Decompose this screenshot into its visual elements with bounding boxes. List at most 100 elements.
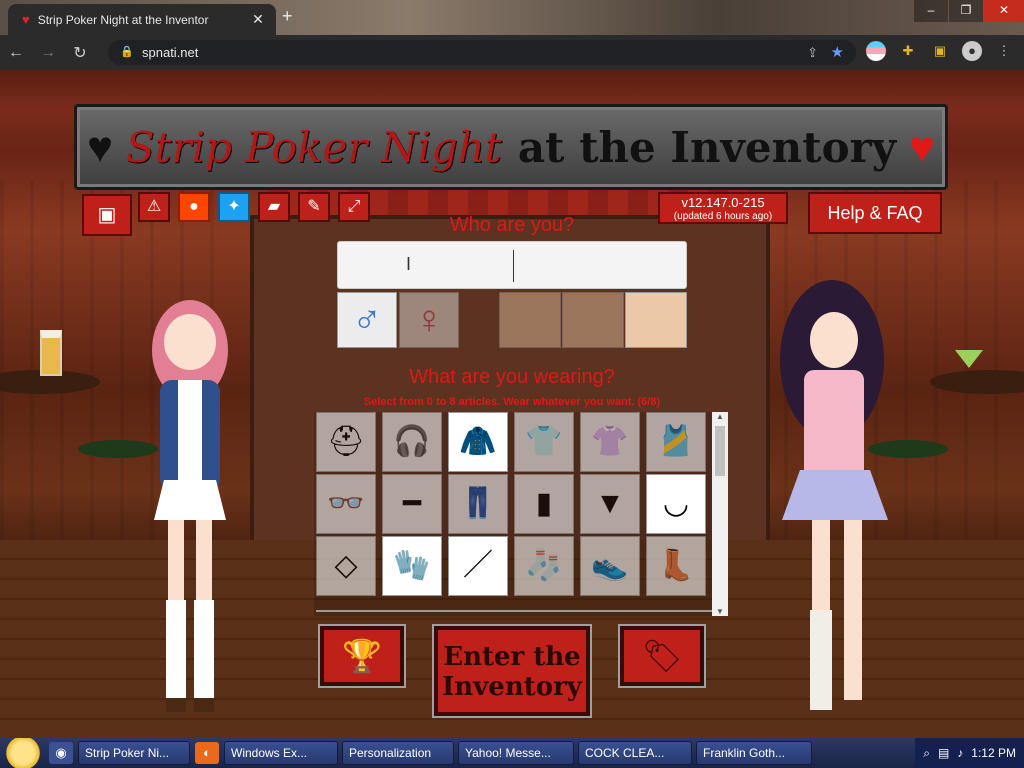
browser-tab[interactable]: ♥ Strip Poker Night at the Inventor ✕	[8, 4, 276, 35]
scroll-up-icon[interactable]: ▲	[714, 412, 726, 421]
reddit-button[interactable]: ●	[178, 192, 210, 222]
close-window-button[interactable]: ✕	[984, 0, 1024, 22]
game-canvas: ♥ Strip Poker Night at the Inventory ♥ ▣…	[0, 70, 1024, 738]
content-warning-button[interactable]: ⚠	[138, 192, 170, 222]
extensions-puzzle-icon[interactable]: ✚	[898, 41, 918, 61]
clothing-tie-button[interactable]: ／	[448, 536, 508, 596]
size-medium-button[interactable]	[562, 292, 624, 348]
taskbar-item[interactable]: COCK CLEA...	[578, 741, 692, 765]
maximize-button[interactable]: ❐	[949, 0, 983, 22]
tags-button[interactable]: 🏷	[620, 626, 704, 686]
clothing-shirt-button[interactable]: 👕	[514, 412, 574, 472]
enter-inventory-button[interactable]: Enter the Inventory	[434, 626, 590, 716]
profile-avatar-icon[interactable]: ●	[962, 41, 982, 61]
clothing-headphones-button[interactable]: 🎧	[382, 412, 442, 472]
clothing-socks-button[interactable]: 🧦	[514, 536, 574, 596]
title-banner: ♥ Strip Poker Night at the Inventory ♥	[74, 104, 948, 190]
volume-icon[interactable]: ♪	[957, 746, 963, 760]
new-tab-icon[interactable]: +	[282, 6, 293, 27]
flag-extension-icon[interactable]	[866, 41, 886, 61]
start-button[interactable]	[0, 738, 46, 768]
gallery-button[interactable]: ▣	[82, 194, 132, 236]
red-heart-icon: ♥	[908, 123, 935, 172]
share-icon[interactable]: ⇪	[807, 40, 818, 65]
skirt-icon: ▼	[595, 487, 625, 520]
female-symbol-icon: ♀	[414, 298, 444, 342]
settings-button[interactable]: ✎	[298, 192, 330, 222]
clothing-tank-top-button[interactable]: 🎽	[646, 412, 706, 472]
pink-hair-character	[152, 300, 228, 712]
clothing-grid-divider	[316, 610, 712, 612]
belt-icon: ━	[402, 487, 422, 520]
taskbar-item[interactable]: Windows Ex...	[224, 741, 338, 765]
clothing-shorts-button[interactable]: ▮	[514, 474, 574, 534]
network-icon[interactable]: ▤	[938, 746, 949, 760]
search-icon[interactable]: ⌕	[923, 746, 930, 761]
clothing-gloves-button[interactable]: 🧤	[382, 536, 442, 596]
folder-icon: ▰	[267, 198, 281, 215]
twitter-icon: ✦	[227, 198, 241, 215]
size-large-button[interactable]	[625, 292, 687, 348]
text-cursor-icon: I	[406, 254, 412, 274]
what-are-you-wearing-label: What are you wearing?	[409, 366, 615, 388]
clothing-bandana-button[interactable]: ⛑	[316, 412, 376, 472]
lock-icon[interactable]: 🔒	[120, 40, 134, 65]
clothing-underwear-button[interactable]: ◡	[646, 474, 706, 534]
who-are-you-label: Who are you?	[449, 214, 575, 236]
boots-icon: 👢	[657, 549, 695, 582]
chrome-icon[interactable]: ◉	[49, 742, 73, 764]
clothing-glasses-button[interactable]: 👓	[316, 474, 376, 534]
version-text: v12.147.0-215	[681, 195, 765, 210]
dark-hair-character	[780, 280, 888, 710]
side-panel-icon[interactable]: ▣	[930, 41, 950, 61]
scroll-thumb[interactable]	[715, 426, 725, 476]
bookmark-star-icon[interactable]: ★	[831, 40, 844, 65]
male-gender-button[interactable]: ♂	[337, 292, 397, 348]
forward-icon[interactable]: →	[32, 44, 64, 62]
reload-icon[interactable]: ↻	[64, 43, 96, 63]
url-text: spnati.net	[142, 45, 199, 60]
clothing-boots-button[interactable]: 👢	[646, 536, 706, 596]
address-bar[interactable]: 🔒 spnati.net ⇪ ★	[108, 40, 856, 65]
achievements-button[interactable]: 🏆	[320, 626, 404, 686]
text-caret	[513, 250, 514, 282]
wrench-icon: ✎	[307, 198, 321, 215]
clock[interactable]: 1:12 PM	[971, 746, 1016, 760]
title-part-black: at the Inventory	[517, 122, 897, 172]
window-controls: – ❐ ✕	[913, 0, 1024, 22]
gloves-icon: 🧤	[393, 549, 431, 582]
jeans-icon: 👖	[459, 487, 497, 520]
twitter-button[interactable]: ✦	[218, 192, 250, 222]
taskbar-item[interactable]: Yahoo! Messe...	[458, 741, 574, 765]
clothing-tshirt-button[interactable]: 👚	[580, 412, 640, 472]
clothing-scrollbar[interactable]: ▲ ▼	[712, 412, 728, 616]
size-small-button[interactable]	[499, 292, 561, 348]
female-gender-button[interactable]: ♀	[399, 292, 459, 348]
trophy-icon: 🏆	[342, 638, 382, 674]
tag-icon: 🏷	[641, 638, 683, 674]
extension-icons: ✚ ▣ ● ⋮	[866, 41, 1014, 61]
firefox-icon[interactable]: ◐	[195, 742, 219, 764]
clothing-necklace-button[interactable]: ◇	[316, 536, 376, 596]
clothing-jacket-button[interactable]: 🧥	[448, 412, 508, 472]
close-tab-icon[interactable]: ✕	[248, 11, 268, 28]
taskbar-item[interactable]: Personalization	[342, 741, 454, 765]
taskbar-item[interactable]: Franklin Goth...	[696, 741, 812, 765]
scroll-down-icon[interactable]: ▼	[714, 607, 726, 616]
shorts-icon: ▮	[535, 487, 553, 520]
load-folder-button[interactable]: ▰	[258, 192, 290, 222]
clothing-grid: ⛑ 🎧 🧥 👕 👚 🎽 👓 ━ 👖 ▮ ▼ ◡ ◇ 🧤 ／ 🧦 👟 👢	[314, 412, 728, 616]
clothing-instructions: Select from 0 to 8 articles. Wear whatev…	[363, 396, 661, 408]
clothing-belt-button[interactable]: ━	[382, 474, 442, 534]
browser-menu-icon[interactable]: ⋮	[994, 41, 1014, 61]
clothing-shoes-button[interactable]: 👟	[580, 536, 640, 596]
taskbar-item[interactable]: Strip Poker Ni...	[78, 741, 190, 765]
minimize-button[interactable]: –	[914, 0, 948, 22]
back-icon[interactable]: ←	[0, 44, 32, 62]
clothing-skirt-button[interactable]: ▼	[580, 474, 640, 534]
player-name-input[interactable]: I	[337, 241, 687, 289]
clothing-jeans-button[interactable]: 👖	[448, 474, 508, 534]
browser-tab-strip: ♥ Strip Poker Night at the Inventor ✕ + …	[0, 0, 1024, 35]
underwear-icon: ◡	[662, 487, 690, 520]
help-faq-button[interactable]: Help & FAQ	[808, 192, 942, 234]
